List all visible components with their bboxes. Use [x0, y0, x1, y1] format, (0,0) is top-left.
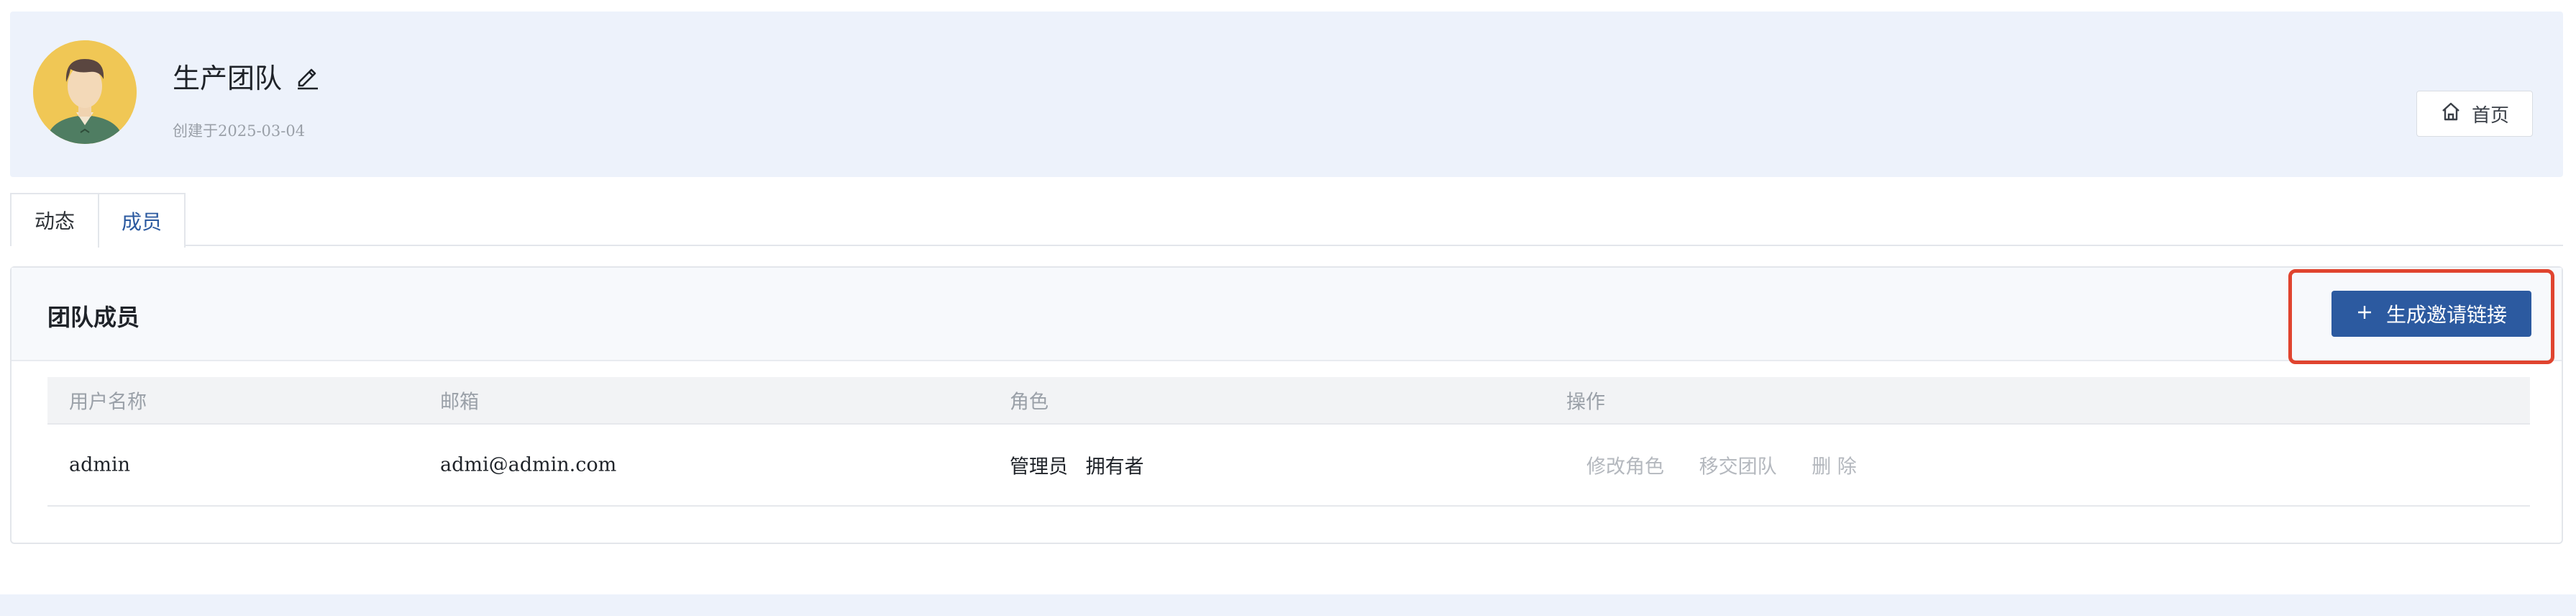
members-table: 用户名称 邮箱 角色 操作 admin admi@admin.com 管理员 拥…: [47, 377, 2530, 507]
tab-bar: 动态 成员: [10, 193, 2563, 248]
home-icon: [2440, 101, 2462, 127]
team-name: 生产团队: [173, 63, 283, 94]
team-title-row: 生产团队: [173, 56, 322, 96]
team-avatar: [33, 40, 137, 144]
member-actions: 修改角色 移交团队 删 除: [1566, 451, 1886, 479]
team-header: 生产团队 创建于2025-03-04 首页: [10, 12, 2563, 177]
member-username: admin: [69, 453, 131, 476]
role-admin: 管理员: [1010, 456, 1068, 479]
tab-members[interactable]: 成员: [98, 193, 186, 248]
panel-title: 团队成员: [47, 304, 140, 331]
members-panel: 团队成员 生成邀请链接 用户名称 邮箱 角色 操作 admin admi@adm…: [10, 266, 2563, 544]
tab-label: 动态: [34, 209, 75, 233]
transfer-team-link[interactable]: 移交团队: [1699, 456, 1777, 479]
member-roles: 管理员 拥有者: [1010, 451, 1156, 479]
change-role-link[interactable]: 修改角色: [1586, 456, 1664, 479]
column-header-username: 用户名称: [69, 391, 147, 414]
home-button[interactable]: 首页: [2416, 91, 2533, 137]
invite-button-label: 生成邀请链接: [2385, 303, 2507, 327]
pencil-edit-icon[interactable]: [293, 62, 322, 91]
avatar-person-icon: [33, 40, 137, 144]
members-panel-header: 团队成员 生成邀请链接: [12, 268, 2562, 364]
delete-member-link[interactable]: 删 除: [1812, 456, 1857, 479]
column-header-email: 邮箱: [440, 391, 479, 414]
table-header: 用户名称 邮箱 角色 操作: [47, 377, 2530, 425]
member-email: admi@admin.com: [440, 453, 617, 476]
tab-label: 成员: [121, 210, 162, 234]
created-date: 创建于2025-03-04: [173, 122, 306, 140]
plus-icon: [2356, 302, 2373, 326]
column-header-role: 角色: [1010, 391, 1049, 414]
role-owner: 拥有者: [1085, 456, 1144, 479]
home-button-label: 首页: [2471, 104, 2509, 127]
generate-invite-link-button[interactable]: 生成邀请链接: [2331, 291, 2531, 337]
column-header-actions: 操作: [1566, 391, 1605, 414]
tab-activity[interactable]: 动态: [10, 193, 99, 246]
table-row: admin admi@admin.com 管理员 拥有者 修改角色 移交团队 删…: [47, 425, 2530, 507]
footer-strip: [0, 594, 2576, 616]
